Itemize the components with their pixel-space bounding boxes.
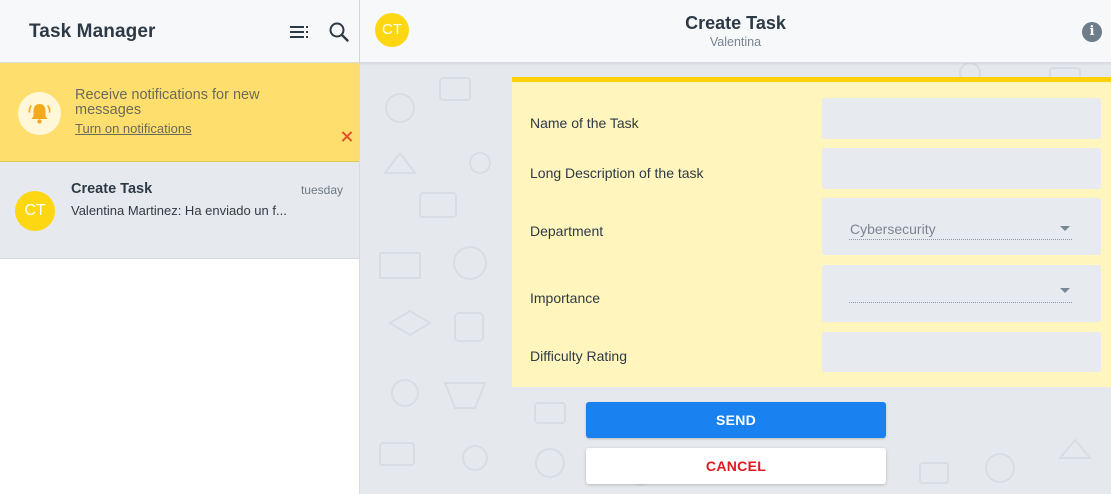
department-select[interactable]: Cybersecurity bbox=[822, 198, 1101, 255]
chat-header: CT Create Task Valentina i bbox=[360, 0, 1111, 63]
chat-name: Create Task bbox=[71, 181, 153, 197]
chat-title: Create Task bbox=[685, 13, 786, 33]
cancel-button[interactable]: CANCEL bbox=[586, 448, 886, 484]
avatar: CT bbox=[15, 191, 55, 231]
notification-banner: Receive notifications for new messages T… bbox=[0, 63, 359, 162]
department-selected-value: Cybersecurity bbox=[850, 221, 936, 237]
sidebar-header: Task Manager bbox=[0, 0, 359, 63]
chat-preview: Valentina Martinez: Ha enviado un f... bbox=[71, 203, 287, 218]
chevron-down-icon bbox=[1060, 226, 1070, 231]
description-input[interactable] bbox=[822, 148, 1101, 189]
chevron-down-icon bbox=[1060, 288, 1070, 293]
app-title: Task Manager bbox=[29, 21, 156, 42]
send-button[interactable]: SEND bbox=[586, 402, 886, 438]
field-label-task-name: Name of the Task bbox=[530, 115, 639, 131]
task-name-input[interactable] bbox=[822, 98, 1101, 139]
search-icon[interactable] bbox=[328, 21, 350, 43]
sidebar: Task Manager Receive notifications for n… bbox=[0, 0, 360, 494]
difficulty-rating-input[interactable] bbox=[822, 332, 1101, 372]
field-label-importance: Importance bbox=[530, 290, 601, 306]
select-underline bbox=[849, 239, 1072, 240]
select-underline bbox=[849, 302, 1072, 303]
chat-list-item[interactable]: CT Create Task tuesday Valentina Martine… bbox=[0, 162, 359, 259]
field-label-difficulty: Difficulty Rating bbox=[530, 348, 628, 364]
importance-select[interactable] bbox=[822, 265, 1101, 322]
task-form: Name of the Task Long Description of the… bbox=[512, 77, 1111, 387]
turn-on-notifications-link[interactable]: Turn on notifications bbox=[75, 121, 192, 136]
chat-time: tuesday bbox=[300, 183, 343, 197]
info-icon[interactable]: i bbox=[1082, 22, 1102, 42]
bell-icon bbox=[18, 92, 61, 135]
field-label-department: Department bbox=[530, 223, 604, 239]
notification-text: Receive notifications for new messages bbox=[75, 87, 260, 118]
list-menu-icon[interactable] bbox=[289, 22, 311, 42]
field-label-description: Long Description of the task bbox=[530, 165, 704, 181]
close-icon[interactable] bbox=[340, 130, 354, 144]
chat-subtitle: Valentina bbox=[709, 35, 762, 49]
chat-panel: CT Create Task Valentina i Name of the T… bbox=[360, 0, 1111, 494]
